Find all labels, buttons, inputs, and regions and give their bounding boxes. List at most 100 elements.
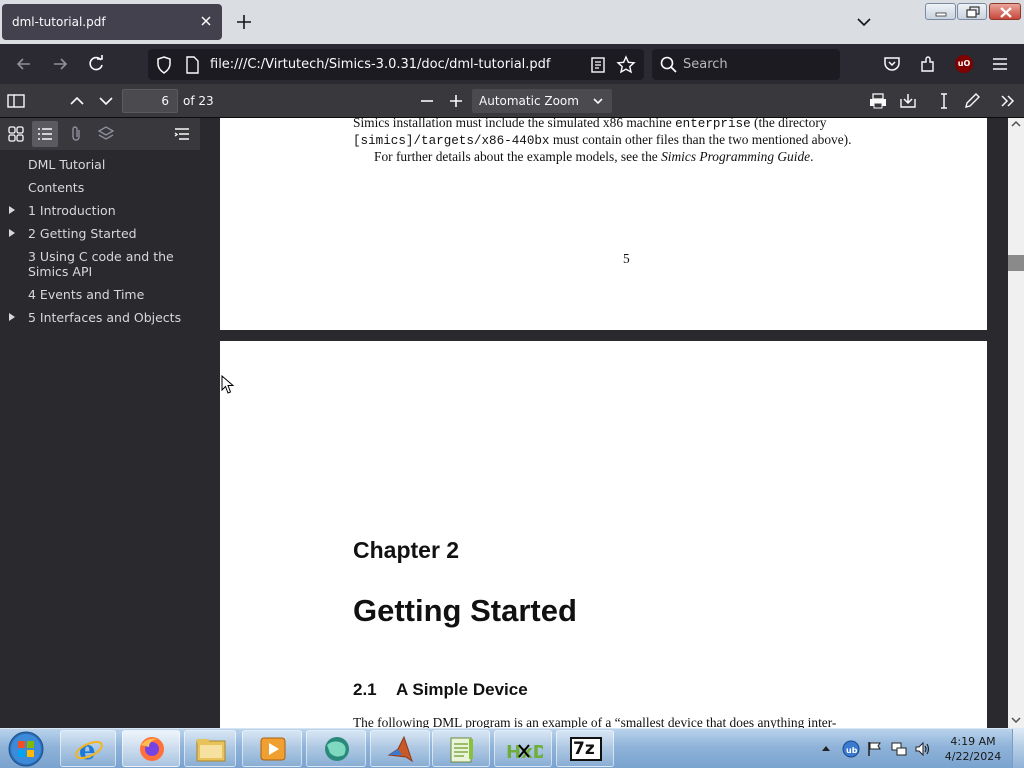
zoom-out-icon[interactable] bbox=[417, 91, 437, 111]
search-placeholder: Search bbox=[683, 57, 728, 72]
outline-item-interfaces-and-objects[interactable]: 5 Interfaces and Objects bbox=[0, 310, 200, 326]
page5-italic-text: Simics Programming Guide bbox=[661, 149, 811, 164]
show-hidden-icons-icon[interactable] bbox=[821, 744, 831, 752]
taskbar-hxd[interactable]: HxD bbox=[494, 730, 552, 767]
outline-item-dml-tutorial[interactable]: DML Tutorial bbox=[0, 157, 200, 173]
taskbar-file-explorer[interactable] bbox=[184, 730, 236, 767]
expand-toggle-icon[interactable] bbox=[9, 313, 15, 321]
close-tab-icon[interactable] bbox=[198, 13, 214, 29]
pdf-viewer[interactable]: Simics installation must include the sim… bbox=[200, 118, 1008, 728]
volume-icon[interactable] bbox=[914, 740, 932, 758]
show-desktop-button[interactable] bbox=[1012, 729, 1024, 768]
page-info-icon[interactable] bbox=[182, 55, 202, 75]
tab-title: dml-tutorial.pdf bbox=[12, 15, 106, 29]
back-icon[interactable] bbox=[14, 54, 34, 74]
outline-sidebar: DML Tutorial Contents 1 Introduction 2 G… bbox=[0, 150, 200, 728]
outline-item-label: 5 Interfaces and Objects bbox=[28, 310, 182, 325]
outline-item-contents[interactable]: Contents bbox=[0, 180, 200, 196]
zoom-select[interactable]: Automatic Zoom bbox=[472, 89, 612, 113]
action-center-flag-icon[interactable] bbox=[866, 740, 884, 758]
draw-pen-icon[interactable] bbox=[962, 91, 982, 111]
outline-view-button[interactable] bbox=[32, 121, 58, 147]
start-button-icon[interactable] bbox=[6, 730, 46, 768]
pocket-icon[interactable] bbox=[882, 54, 902, 74]
taskbar-notepad-plus-plus[interactable] bbox=[432, 730, 490, 767]
clock-date: 4/22/2024 bbox=[944, 750, 1002, 763]
matlab-icon bbox=[387, 735, 413, 763]
current-outline-item-icon[interactable] bbox=[172, 124, 192, 144]
layers-view-icon[interactable] bbox=[96, 124, 116, 144]
print-icon[interactable] bbox=[868, 91, 888, 111]
extensions-icon[interactable] bbox=[918, 54, 938, 74]
taskbar-internet-explorer[interactable]: e bbox=[60, 730, 116, 767]
toggle-sidebar-icon[interactable] bbox=[6, 91, 26, 111]
ublock-tray-icon[interactable]: ub bbox=[842, 740, 860, 758]
viewer-scrollbar[interactable] bbox=[1008, 118, 1024, 728]
taskbar-7-zip[interactable]: 7z bbox=[556, 730, 614, 767]
thumbnails-view-icon[interactable] bbox=[6, 124, 26, 144]
next-page-icon[interactable] bbox=[96, 91, 116, 111]
page5-line-1: Simics installation must include the sim… bbox=[353, 118, 827, 131]
chevron-down-icon bbox=[593, 98, 603, 105]
page-count-label: of 23 bbox=[183, 94, 214, 108]
outline-item-label: 2 Getting Started bbox=[28, 226, 137, 241]
taskbar-app-globe[interactable] bbox=[306, 730, 366, 767]
page5-code: [simics]/targets/x86-440bx bbox=[353, 134, 550, 148]
tracking-protection-shield-icon[interactable] bbox=[154, 55, 174, 75]
taskbar-firefox[interactable] bbox=[122, 730, 180, 767]
new-tab-icon[interactable] bbox=[234, 12, 254, 32]
previous-page-icon[interactable] bbox=[67, 91, 87, 111]
scroll-down-icon[interactable] bbox=[1011, 716, 1021, 724]
scroll-up-icon[interactable] bbox=[1011, 120, 1021, 128]
network-icon[interactable] bbox=[890, 740, 908, 758]
page5-text: must contain other files than the two me… bbox=[549, 132, 852, 147]
7-zip-label: 7z bbox=[573, 739, 595, 759]
bookmark-star-icon[interactable] bbox=[616, 55, 636, 75]
close-window-button[interactable] bbox=[989, 3, 1021, 20]
outline-item-label: 1 Introduction bbox=[28, 203, 116, 218]
section-heading: 2.1 A Simple Device bbox=[353, 680, 528, 700]
expand-toggle-icon[interactable] bbox=[9, 229, 15, 237]
outline-view-icon bbox=[38, 128, 52, 140]
taskbar-matlab[interactable] bbox=[370, 730, 430, 767]
expand-toggle-icon[interactable] bbox=[9, 206, 15, 214]
outline-item-label: 3 Using C code and the Simics API bbox=[28, 249, 174, 279]
tab-dml-tutorial[interactable]: dml-tutorial.pdf bbox=[2, 4, 222, 40]
reload-icon[interactable] bbox=[86, 54, 106, 74]
page5-line-2: [simics]/targets/x86-440bx must contain … bbox=[353, 132, 851, 148]
address-bar[interactable]: file:///C:/Virtutech/Simics-3.0.31/doc/d… bbox=[148, 49, 644, 80]
system-clock[interactable]: 4:19 AM 4/22/2024 bbox=[940, 734, 1006, 764]
outline-item-events-and-time[interactable]: 4 Events and Time bbox=[0, 287, 200, 303]
scrollbar-thumb[interactable] bbox=[1008, 255, 1024, 271]
page-number-input[interactable]: 6 bbox=[122, 89, 178, 113]
list-all-tabs-icon[interactable] bbox=[856, 14, 872, 30]
application-menu-icon[interactable] bbox=[990, 54, 1010, 74]
pdf-toolbar: 6 of 23 Automatic Zoom bbox=[0, 84, 1024, 118]
outline-item-using-c-code[interactable]: 3 Using C code and the Simics API bbox=[0, 249, 200, 281]
page5-text: . bbox=[810, 149, 814, 164]
outline-item-introduction[interactable]: 1 Introduction bbox=[0, 203, 200, 219]
zoom-in-icon[interactable] bbox=[446, 91, 466, 111]
minimize-window-button[interactable] bbox=[925, 3, 956, 20]
media-player-icon bbox=[260, 737, 286, 761]
outline-item-label: DML Tutorial bbox=[28, 157, 106, 172]
page5-text: Simics installation must include the sim… bbox=[353, 118, 676, 130]
restore-window-button[interactable] bbox=[957, 3, 987, 20]
screen: dml-tutorial.pdf file:///C:/Virtutech/Si… bbox=[0, 0, 1024, 768]
save-download-icon[interactable] bbox=[898, 91, 918, 111]
internet-explorer-icon: e bbox=[75, 736, 103, 763]
search-bar[interactable]: Search bbox=[652, 49, 840, 80]
page5-text: For further details about the example mo… bbox=[374, 149, 662, 164]
ublock-origin-icon[interactable]: uO bbox=[955, 55, 973, 73]
tools-menu-icon[interactable] bbox=[998, 91, 1018, 111]
taskbar-media-player[interactable] bbox=[242, 730, 302, 767]
firefox-icon bbox=[140, 737, 164, 761]
attachments-view-icon[interactable] bbox=[66, 124, 86, 144]
forward-icon[interactable] bbox=[50, 54, 70, 74]
pdf-page-6: Chapter 2 Getting Started 2.1 A Simple De… bbox=[220, 341, 987, 728]
outline-item-getting-started[interactable]: 2 Getting Started bbox=[0, 226, 200, 242]
text-tool-icon[interactable] bbox=[934, 91, 954, 111]
hxd-hex-editor-icon: HxD bbox=[506, 742, 543, 763]
outline-item-label: 4 Events and Time bbox=[28, 287, 145, 302]
reader-view-icon[interactable] bbox=[588, 55, 608, 75]
